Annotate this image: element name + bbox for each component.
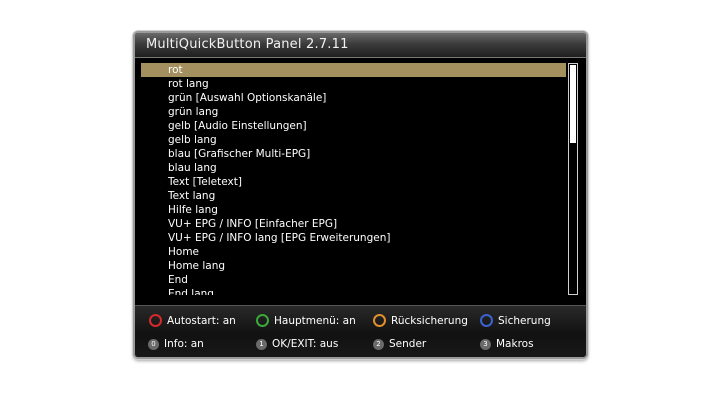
title-bar: MultiQuickButton Panel 2.7.11 bbox=[135, 33, 586, 58]
number-3-icon: 3 bbox=[480, 338, 491, 350]
info-label: Info: an bbox=[164, 338, 204, 350]
main-menu-label: Hauptmenü: an bbox=[274, 314, 356, 327]
multiquickbutton-panel-window: MultiQuickButton Panel 2.7.11 rot rot lan… bbox=[133, 31, 588, 359]
list-item[interactable]: Text [Teletext] bbox=[141, 175, 566, 189]
restore-label: Rücksicherung bbox=[391, 314, 468, 327]
info-toggle[interactable]: 0 Info: an bbox=[148, 338, 204, 350]
list-item[interactable]: VU+ EPG / INFO [Einfacher EPG] bbox=[141, 217, 566, 231]
autostart-label: Autostart: an bbox=[167, 314, 236, 327]
ok-exit-toggle[interactable]: 1 OK/EXIT: aus bbox=[256, 338, 338, 350]
channels-button[interactable]: 2 Sender bbox=[373, 338, 426, 350]
restore-button[interactable]: Rücksicherung bbox=[373, 314, 468, 327]
list-item[interactable]: Hilfe lang bbox=[141, 203, 566, 217]
channels-label: Sender bbox=[389, 338, 427, 350]
list-item[interactable]: End bbox=[141, 273, 566, 287]
number-1-icon: 1 bbox=[256, 338, 267, 350]
number-0-icon: 0 bbox=[148, 338, 159, 350]
list-item[interactable]: grün lang bbox=[141, 105, 566, 119]
number-2-icon: 2 bbox=[373, 338, 384, 350]
list-item[interactable]: End lang bbox=[141, 287, 566, 295]
macros-label: Makros bbox=[496, 338, 534, 350]
blue-button-icon bbox=[480, 314, 493, 327]
list-item[interactable]: blau [Grafischer Multi-EPG] bbox=[141, 147, 566, 161]
macros-button[interactable]: 3 Makros bbox=[480, 338, 534, 350]
list-item[interactable]: Home bbox=[141, 245, 566, 259]
backup-button[interactable]: Sicherung bbox=[480, 314, 551, 327]
green-button-icon bbox=[256, 314, 269, 327]
list-item[interactable]: Home lang bbox=[141, 259, 566, 273]
scrollbar-thumb[interactable] bbox=[570, 65, 576, 143]
list-item[interactable]: gelb lang bbox=[141, 133, 566, 147]
list-item[interactable]: blau lang bbox=[141, 161, 566, 175]
list-item[interactable]: VU+ EPG / INFO lang [EPG Erweiterungen] bbox=[141, 231, 566, 245]
main-menu-toggle[interactable]: Hauptmenü: an bbox=[256, 314, 356, 327]
red-button-icon bbox=[149, 314, 162, 327]
ok-exit-label: OK/EXIT: aus bbox=[272, 338, 339, 350]
yellow-button-icon bbox=[373, 314, 386, 327]
footer-button-bar: Autostart: an Hauptmenü: an Rücksicherun… bbox=[135, 305, 586, 357]
list-item[interactable]: gelb [Audio Einstellungen] bbox=[141, 119, 566, 133]
button-assignment-list[interactable]: rot rot lang grün [Auswahl Optionskanäle] g… bbox=[141, 63, 566, 295]
list-scrollbar[interactable] bbox=[568, 63, 578, 295]
list-item-selected[interactable]: rot bbox=[141, 63, 566, 77]
window-title: MultiQuickButton Panel 2.7.11 bbox=[146, 37, 349, 52]
backup-label: Sicherung bbox=[498, 314, 551, 327]
list-item[interactable]: rot lang bbox=[141, 77, 566, 91]
list-item[interactable]: grün [Auswahl Optionskanäle] bbox=[141, 91, 566, 105]
autostart-toggle[interactable]: Autostart: an bbox=[149, 314, 236, 327]
list-item[interactable]: Text lang bbox=[141, 189, 566, 203]
